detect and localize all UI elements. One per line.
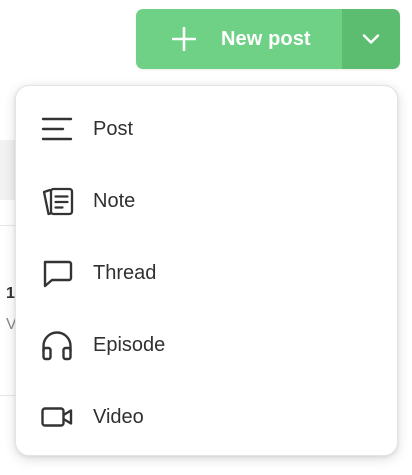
chat-bubble-icon — [39, 255, 75, 291]
menu-item-label: Note — [93, 189, 136, 212]
new-post-dropdown-toggle[interactable] — [342, 9, 400, 69]
menu-item-episode[interactable]: Episode — [16, 309, 397, 381]
video-camera-icon — [39, 399, 75, 435]
new-post-dropdown-menu: Post Note Thread Episode Video — [15, 85, 398, 456]
notes-icon — [39, 183, 75, 219]
lines-icon — [39, 111, 75, 147]
menu-item-label: Post — [93, 117, 134, 140]
menu-item-label: Thread — [93, 261, 157, 284]
background-text: 1 — [6, 285, 15, 302]
menu-item-label: Episode — [93, 333, 166, 356]
headphones-icon — [39, 327, 75, 363]
new-post-button[interactable]: New post — [136, 9, 342, 69]
chevron-down-icon — [362, 34, 380, 44]
menu-item-note[interactable]: Note — [16, 165, 397, 237]
menu-item-video[interactable]: Video — [16, 381, 397, 453]
plus-icon — [172, 27, 196, 51]
menu-item-thread[interactable]: Thread — [16, 237, 397, 309]
menu-item-post[interactable]: Post — [16, 93, 397, 165]
new-post-label: New post — [221, 27, 311, 50]
menu-item-label: Video — [93, 405, 144, 428]
new-post-split-button: New post — [136, 9, 400, 69]
